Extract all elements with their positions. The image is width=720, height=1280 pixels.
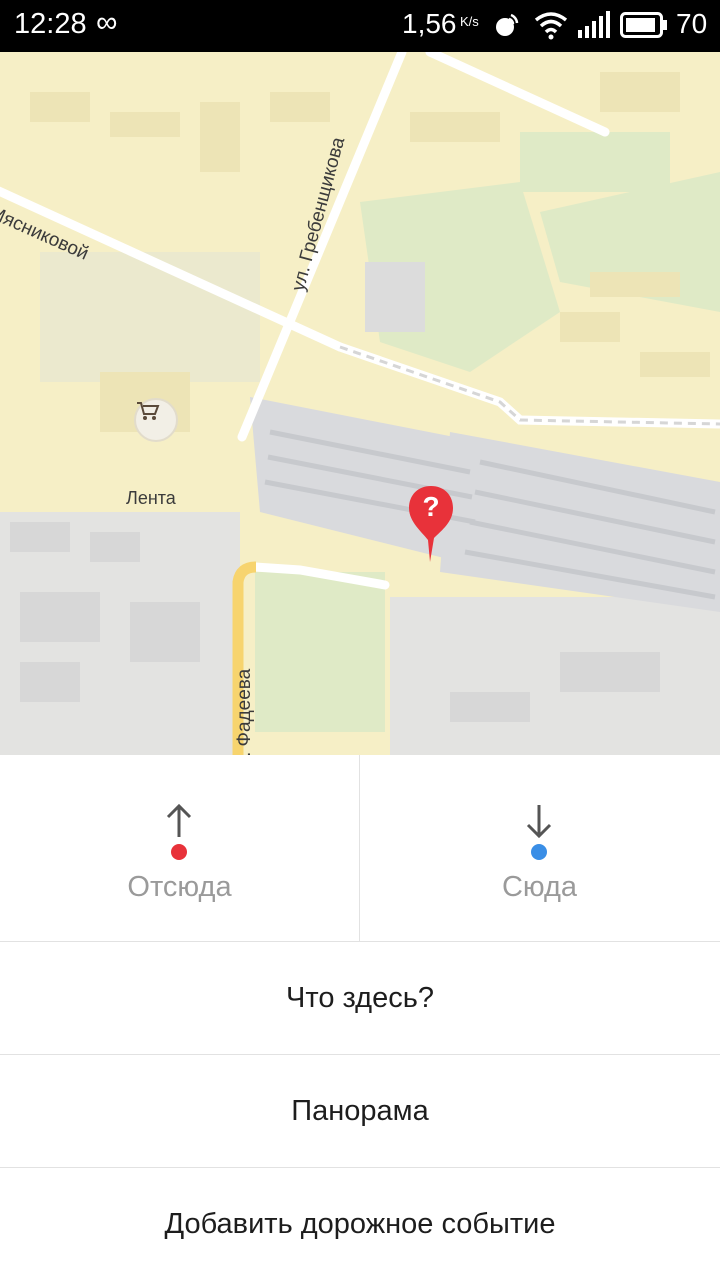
poi-lenta-label[interactable]: Лента	[126, 488, 176, 509]
red-dot-icon	[171, 844, 187, 860]
net-speed: 1,56	[402, 8, 457, 39]
route-from-label: Отсюда	[127, 871, 232, 903]
what-here-button[interactable]: Что здесь?	[0, 942, 720, 1055]
infinity-icon: ∞	[96, 6, 118, 39]
arrow-down-icon	[526, 805, 552, 839]
direction-row: Отсюда Сюда	[0, 755, 720, 942]
battery-icon	[620, 12, 668, 43]
battery-level: 70	[676, 8, 708, 39]
street-label-fadeeva: . Фадеева	[234, 668, 255, 755]
blue-dot-icon	[531, 844, 547, 860]
signal-vibe-icon	[494, 10, 520, 45]
add-road-event-button[interactable]: Добавить дорожное событие	[0, 1168, 720, 1280]
pin-glyph: ?	[422, 491, 439, 522]
wifi-icon	[534, 10, 568, 45]
status-bar: 12:28 ∞ 1,56 K/s 70	[0, 0, 720, 52]
map-view[interactable]: Мясниковой ул. Гребенщикова . Фадеева Ле…	[0, 52, 720, 755]
net-speed-unit: K/s	[460, 14, 479, 29]
map-canvas	[0, 52, 720, 755]
route-to-label: Сюда	[501, 871, 578, 903]
route-to-button[interactable]: Сюда	[360, 755, 719, 941]
shopping-cart-icon	[137, 402, 160, 420]
arrow-up-icon	[166, 803, 192, 837]
panorama-button[interactable]: Панорама	[0, 1055, 720, 1168]
poi-lenta-marker[interactable]	[134, 398, 178, 442]
status-time: 12:28	[14, 8, 87, 40]
action-panel: Отсюда Сюда Что здесь? Панорама Добавить…	[0, 755, 720, 1280]
cell-signal-icon	[576, 10, 612, 45]
route-from-button[interactable]: Отсюда	[0, 755, 360, 941]
